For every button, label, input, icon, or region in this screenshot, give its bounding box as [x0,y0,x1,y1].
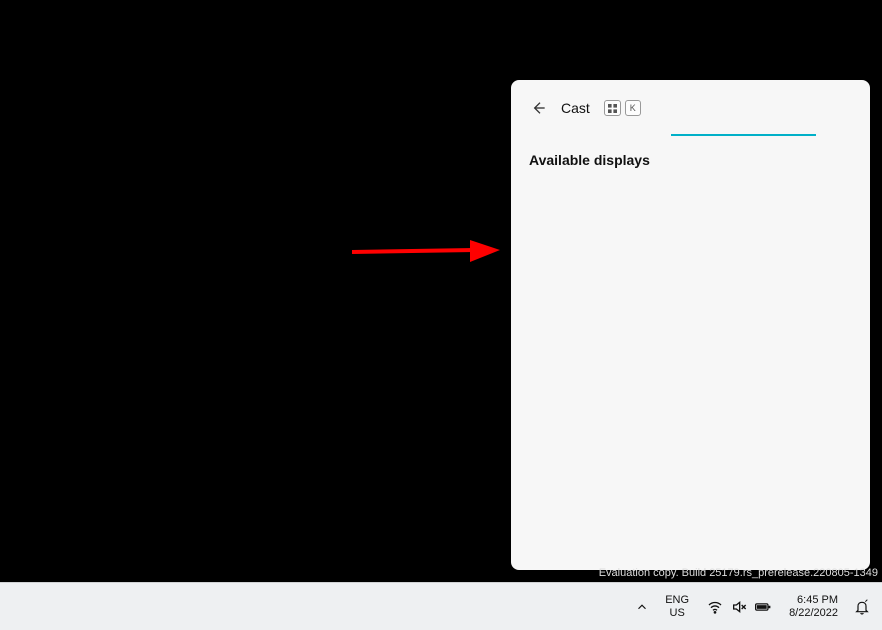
bell-icon [854,599,870,615]
desktop-background: Cast K Available displays Evaluation cop… [0,0,882,582]
progress-indicator [671,134,816,136]
back-button[interactable] [529,99,547,117]
cast-panel: Cast K Available displays [511,80,870,570]
progress-bar [529,134,852,136]
taskbar: ENG US 6:45 PM 8/22/2022 [0,582,882,630]
volume-muted-icon [731,599,747,615]
wifi-icon [707,599,723,615]
windows-logo-icon [608,104,617,113]
chevron-up-icon [635,600,649,614]
system-tray-cluster[interactable] [699,587,779,627]
watermark-build: Evaluation copy. Build 25179.rs_prerelea… [599,566,878,580]
cast-title: Cast [561,100,590,116]
arrow-left-icon [530,100,546,116]
cast-header: Cast K [529,96,852,120]
language-indicator[interactable]: ENG US [657,587,697,627]
clock[interactable]: 6:45 PM 8/22/2022 [781,587,846,627]
shortcut-hint: K [604,100,641,116]
lang-secondary: US [670,607,685,620]
annotation-arrow [352,240,502,270]
available-displays-heading: Available displays [529,152,852,168]
clock-time: 6:45 PM [797,594,838,607]
lang-primary: ENG [665,594,689,607]
windows-key-icon [604,100,621,116]
notifications-button[interactable] [848,587,876,627]
clock-date: 8/22/2022 [789,607,838,620]
battery-icon [755,599,771,615]
shortcut-key-k: K [625,100,641,116]
desktop-watermark: Evaluation copy. Build 25179.rs_prerelea… [599,566,878,580]
tray-overflow-button[interactable] [629,587,655,627]
